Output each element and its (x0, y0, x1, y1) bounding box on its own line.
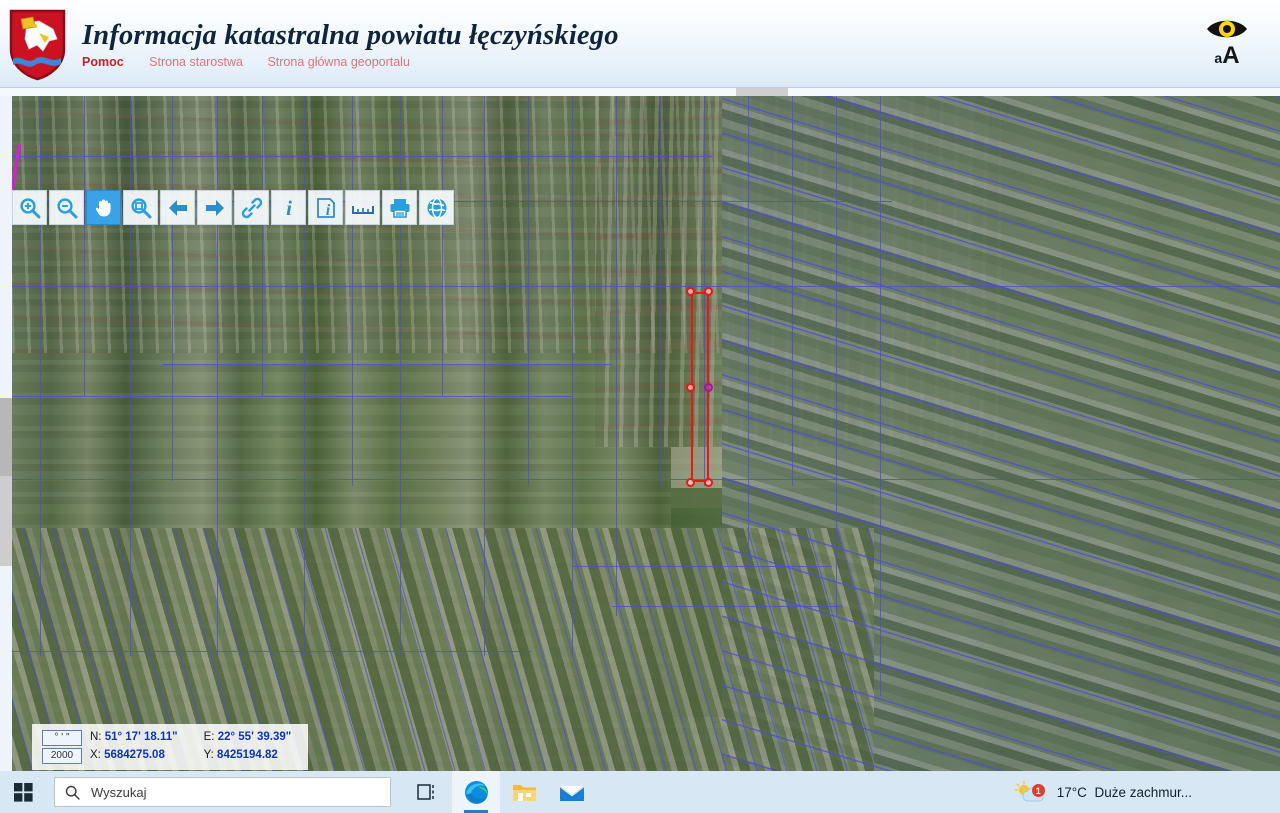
left-panel-collapse-handle[interactable] (0, 398, 12, 476)
arrow-left-icon (168, 199, 187, 216)
taskbar-pinned-icons (404, 771, 596, 813)
nav-link-pomoc[interactable]: Pomoc (82, 55, 124, 69)
mail-icon (560, 786, 584, 801)
windows-start-icon (13, 782, 33, 802)
zoom-out-tool[interactable] (49, 190, 84, 225)
map-viewport[interactable]: ° ' " N: 51° 17' 18.11" E: 22° 55' 39.39… (0, 88, 1280, 771)
info-i-icon: i (286, 196, 292, 220)
weather-widget[interactable]: 1 17°C Duże zachmur... (1014, 779, 1280, 805)
link-tool[interactable] (234, 190, 269, 225)
printer-icon (390, 198, 409, 218)
ruler-icon (351, 205, 374, 214)
svg-text:i: i (325, 202, 330, 219)
vertex-handle-mid-left[interactable] (686, 383, 695, 392)
page-title: Informacja katastralna powiatu łęczyński… (82, 20, 619, 51)
vertex-handle-top-left[interactable] (686, 287, 695, 296)
task-view-button[interactable] (404, 771, 452, 813)
file-explorer-icon (512, 784, 536, 801)
y-coordinate-value: 8425194.82 (217, 748, 278, 761)
vertex-handle-mid-right-active[interactable] (704, 383, 713, 392)
accessibility-controls: aA (1196, 10, 1258, 78)
globe-tool[interactable] (419, 190, 454, 225)
info-page-icon: i (316, 197, 335, 219)
identify-tool[interactable]: i (271, 190, 306, 225)
latitude-value: 51° 17' 18.11" (104, 731, 178, 743)
map-top-gutter (0, 88, 1280, 96)
coordinate-system-tag[interactable]: 2000 (42, 747, 82, 764)
left-panel-collapse-handle-lower[interactable] (0, 476, 12, 566)
coordinate-unit-tag[interactable]: ° ' " (42, 730, 82, 746)
magnifier-minus-icon (56, 197, 77, 218)
svg-text:i: i (286, 196, 292, 220)
y-coordinate-label: Y: (203, 748, 214, 761)
microsoft-edge-button[interactable] (452, 771, 500, 813)
font-size-control[interactable]: aA (1196, 44, 1258, 68)
arrow-right-icon (205, 199, 224, 216)
coordinate-readout: ° ' " N: 51° 17' 18.11" E: 22° 55' 39.39… (32, 724, 309, 770)
notification-badge: 1 (1031, 784, 1045, 797)
header-nav: Pomoc Strona starostwa Strona główna geo… (82, 55, 410, 69)
weather-text: 17°C Duże zachmur... (1057, 785, 1192, 800)
measure-tool[interactable] (345, 190, 380, 225)
next-view-button[interactable] (197, 190, 232, 225)
weather-icon-wrapper: 1 (1014, 779, 1048, 805)
start-button[interactable] (0, 771, 46, 813)
search-icon (65, 785, 80, 800)
print-tool[interactable] (382, 190, 417, 225)
identify-page-tool[interactable]: i (308, 190, 343, 225)
file-explorer-button[interactable] (500, 771, 548, 813)
x-coordinate-value: 5684275.08 (104, 748, 165, 761)
x-coordinate-label: X: (90, 748, 101, 761)
previous-view-button[interactable] (160, 190, 195, 225)
search-input[interactable]: Wyszukaj (54, 777, 391, 807)
hand-icon (95, 199, 111, 216)
map-toolbar: i i (12, 190, 454, 225)
weather-condition: Duże zachmur... (1094, 784, 1192, 800)
task-view-icon (417, 784, 434, 800)
coat-of-arms-icon (9, 9, 66, 81)
nav-link-strona-glowna-geoportalu[interactable]: Strona główna geoportalu (267, 55, 409, 69)
search-placeholder-text: Wyszukaj (91, 784, 147, 800)
magnifier-box-icon (130, 197, 151, 218)
longitude-value: 22° 55' 39.39" (217, 731, 292, 743)
app-header: Informacja katastralna powiatu łęczyński… (0, 0, 1280, 88)
zoom-in-tool[interactable] (12, 190, 47, 225)
microsoft-edge-icon (464, 780, 488, 804)
horizontal-scrollbar-thumb[interactable] (736, 88, 788, 96)
mail-button[interactable] (548, 771, 596, 813)
vertex-handle-bottom-right[interactable] (704, 478, 713, 487)
vertex-handle-bottom-left[interactable] (686, 478, 695, 487)
latitude-label: N: (90, 731, 102, 743)
nav-link-strona-starostwa[interactable]: Strona starostwa (149, 55, 243, 69)
windows-taskbar: Wyszukaj 1 17°C Duże zachmur... (0, 771, 1280, 813)
weather-temperature: 17°C (1056, 784, 1087, 800)
link-icon (241, 197, 262, 218)
longitude-label: E: (203, 731, 215, 743)
zoom-window-tool[interactable] (123, 190, 158, 225)
font-size-large-label[interactable]: A (1222, 42, 1239, 69)
pan-tool[interactable] (86, 190, 121, 225)
magnifier-plus-icon (19, 197, 40, 218)
vertex-handle-top-right[interactable] (704, 287, 713, 296)
selected-parcel-outline[interactable] (686, 287, 713, 487)
high-contrast-eye-icon[interactable] (1205, 16, 1249, 42)
globe-icon (427, 197, 446, 218)
